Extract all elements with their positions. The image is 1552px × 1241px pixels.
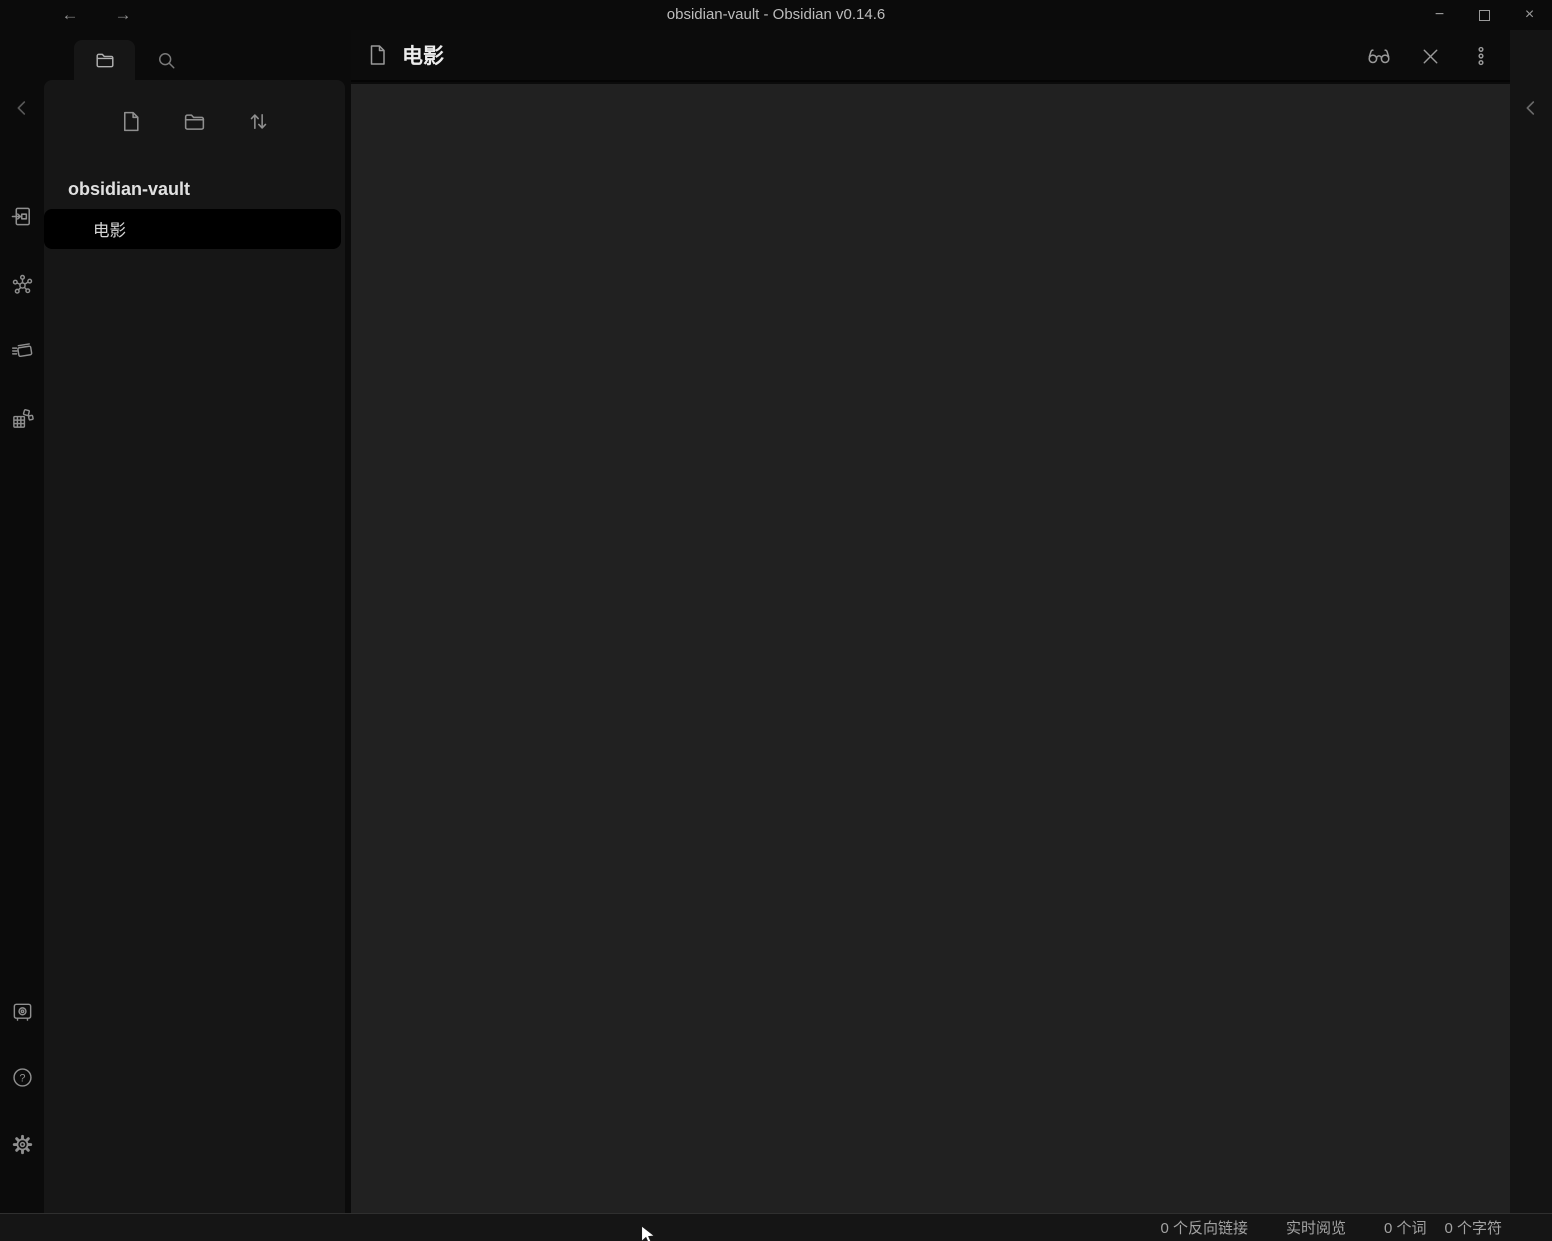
help-icon: ?: [11, 1066, 34, 1089]
folder-icon: [94, 49, 116, 71]
titlebar: ← → obsidian-vault - Obsidian v0.14.6 − …: [0, 0, 1552, 30]
close-window-icon: ×: [1525, 6, 1534, 24]
new-folder-icon: [182, 109, 207, 134]
editor-pane: 电影: [351, 30, 1510, 1213]
reading-view-button[interactable]: [1367, 44, 1391, 68]
window-controls: − ×: [1417, 0, 1552, 30]
change-sort-order-button[interactable]: [246, 108, 272, 134]
document-icon: [365, 43, 389, 67]
expand-right-sidebar-button[interactable]: [1519, 96, 1543, 120]
new-note-icon: [118, 109, 143, 134]
open-another-vault-button[interactable]: [10, 999, 34, 1023]
window-title: obsidian-vault - Obsidian v0.14.6: [0, 0, 1552, 30]
minimize-icon: −: [1435, 6, 1444, 24]
quick-switcher-button[interactable]: [10, 204, 34, 228]
settings-gear-icon: [11, 1133, 34, 1156]
command-palette-button[interactable]: [10, 338, 34, 362]
word-count: 0 个词: [1384, 1217, 1427, 1238]
editor-header-actions: [1367, 30, 1493, 82]
more-options-button[interactable]: [1469, 44, 1493, 68]
note-title: 电影: [402, 40, 444, 70]
sort-order-icon: [246, 109, 271, 134]
character-count: 0 个字符: [1444, 1217, 1502, 1238]
tab-search[interactable]: [146, 40, 186, 80]
new-note-button[interactable]: [118, 108, 144, 134]
settings-button[interactable]: [10, 1132, 34, 1156]
file-explorer-panel: obsidian-vault 电影: [44, 80, 345, 1213]
left-ribbon: ?: [0, 30, 44, 1213]
obsidian-window: ← → obsidian-vault - Obsidian v0.14.6 − …: [0, 0, 1552, 1241]
vault-title[interactable]: obsidian-vault: [68, 176, 335, 202]
close-window-button[interactable]: ×: [1507, 0, 1552, 30]
command-palette-icon: [11, 339, 34, 362]
word-count-group: 0 个词 0 个字符: [1384, 1217, 1502, 1238]
graph-view-button[interactable]: [10, 272, 34, 296]
glasses-icon: [1367, 44, 1391, 68]
file-item-selected[interactable]: 电影: [44, 209, 341, 249]
sidebar-tab-strip: [44, 30, 345, 80]
more-vertical-icon: [1470, 45, 1492, 67]
search-icon: [156, 50, 177, 71]
collapse-left-sidebar-button[interactable]: [10, 96, 34, 120]
new-folder-button[interactable]: [182, 108, 208, 134]
file-item-label: 电影: [44, 217, 126, 241]
help-button[interactable]: ?: [10, 1065, 34, 1089]
explorer-action-bar: [44, 96, 345, 146]
graph-view-icon: [11, 273, 34, 296]
right-sidebar-collapsed: [1510, 30, 1552, 1213]
statusbar: 0 个反向链接 实时阅览 0 个词 0 个字符: [0, 1213, 1552, 1241]
chevron-left-icon: [1520, 97, 1542, 119]
editor-header: 电影: [351, 30, 1510, 82]
svg-text:?: ?: [19, 1072, 25, 1084]
minimize-button[interactable]: −: [1417, 0, 1462, 30]
tab-file-explorer[interactable]: [74, 40, 135, 80]
mouse-cursor: [637, 1224, 659, 1241]
maximize-button[interactable]: [1462, 0, 1507, 30]
vault-icon: [11, 1000, 34, 1023]
close-pane-button[interactable]: [1418, 44, 1442, 68]
chevron-left-icon: [11, 97, 33, 119]
left-sidebar: obsidian-vault 电影: [44, 30, 345, 1213]
maximize-icon: [1479, 10, 1490, 21]
backlink-count[interactable]: 0 个反向链接: [1160, 1217, 1248, 1238]
live-preview-toggle[interactable]: 实时阅览: [1286, 1217, 1346, 1238]
note-editor-area[interactable]: [351, 84, 1510, 1213]
quick-switcher-icon: [11, 205, 34, 228]
random-note-icon: [11, 407, 34, 430]
random-note-button[interactable]: [10, 406, 34, 430]
close-icon: [1419, 45, 1442, 68]
